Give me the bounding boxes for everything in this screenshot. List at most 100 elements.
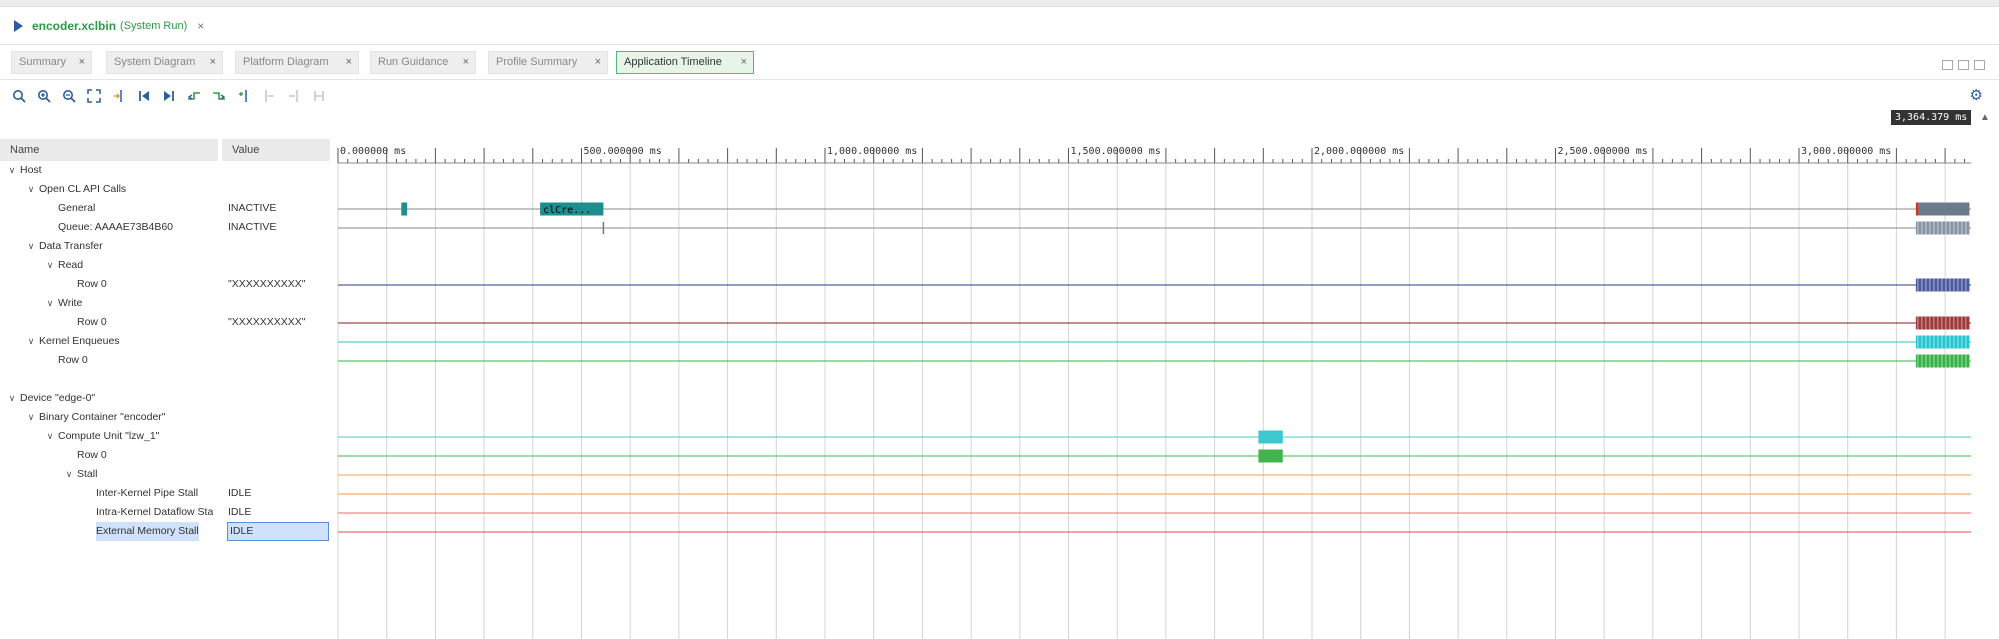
signal-name: Stall (77, 468, 98, 480)
chevron-down-icon[interactable]: ∨ (26, 180, 36, 199)
signal-name: External Memory Stall (96, 522, 199, 541)
tab-system-diagram[interactable]: System Diagram × (106, 51, 223, 74)
event-bar (1918, 202, 1970, 216)
signal-name: Read (58, 259, 84, 271)
signal-name: Open CL API Calls (39, 183, 127, 195)
chevron-down-icon[interactable]: ∨ (26, 237, 36, 256)
value-column-header[interactable]: Value (222, 139, 332, 161)
signal-value: INACTIVE (228, 202, 277, 214)
close-icon[interactable]: × (79, 52, 85, 73)
signal-row[interactable]: External Memory Stall IDLE (0, 522, 336, 541)
add-marker-icon[interactable] (106, 85, 131, 107)
chevron-down-icon[interactable]: ∨ (45, 294, 55, 313)
signal-value: IDLE (228, 506, 252, 518)
end-time-marker: 3,364.379 ms (1891, 110, 1972, 125)
signal-row[interactable]: ∨ Host (0, 161, 336, 180)
chevron-down-icon[interactable]: ∨ (26, 408, 36, 427)
signal-name: Compute Unit "lzw_1" (58, 430, 160, 442)
event-bar (401, 202, 408, 216)
chevron-down-icon[interactable]: ∨ (64, 465, 74, 484)
event-bar (1915, 335, 1970, 349)
signal-name: Intra-Kernel Dataflow Sta (96, 506, 214, 518)
next-marker-icon (281, 85, 306, 107)
signal-row[interactable]: ∨ Data Transfer (0, 237, 336, 256)
tab-application-timeline[interactable]: Application Timeline × (616, 51, 754, 74)
signal-row[interactable]: Inter-Kernel Pipe Stall IDLE (0, 484, 336, 503)
signal-value: IDLE (227, 522, 329, 541)
editor-title-bar: encoder.xclbin (System Run) × (0, 7, 1999, 45)
signal-name: Inter-Kernel Pipe Stall (96, 487, 199, 499)
tick-label: 1,500.000000 ms (1071, 146, 1161, 157)
next-transition-icon[interactable] (206, 85, 231, 107)
tab-summary[interactable]: Summary × (11, 51, 92, 74)
zoom-out-icon[interactable] (56, 85, 81, 107)
close-icon[interactable]: × (741, 52, 747, 73)
close-icon[interactable]: × (463, 52, 469, 73)
event-bar (1258, 449, 1283, 463)
signal-row[interactable]: ∨ Kernel Enqueues (0, 332, 336, 351)
signal-name: Row 0 (77, 278, 107, 290)
vertical-scrollbar[interactable]: ▲ (1972, 110, 1999, 639)
go-to-end-icon[interactable] (156, 85, 181, 107)
event-bar (540, 202, 604, 216)
signal-row[interactable]: Row 0 (0, 351, 336, 370)
editor-title[interactable]: encoder.xclbin (32, 19, 116, 33)
tick-label: 3,000.000000 ms (1801, 146, 1891, 157)
signal-row[interactable]: Row 0 "XXXXXXXXXX" (0, 313, 336, 332)
signal-row[interactable]: ∨ Open CL API Calls (0, 180, 336, 199)
detach-icon[interactable] (1974, 60, 1985, 70)
signal-row[interactable] (0, 370, 336, 389)
add-cursor-icon[interactable] (231, 85, 256, 107)
close-icon[interactable]: × (595, 52, 601, 73)
signal-row[interactable]: ∨ Read (0, 256, 336, 275)
zoom-fit-icon[interactable] (81, 85, 106, 107)
split-vertical-icon[interactable] (1958, 60, 1969, 70)
zoom-in-icon[interactable] (31, 85, 56, 107)
signal-value: "XXXXXXXXXX" (228, 316, 306, 328)
tab-label: Application Timeline (624, 56, 722, 68)
go-to-start-icon[interactable] (131, 85, 156, 107)
previous-marker-icon (256, 85, 281, 107)
tab-label: Run Guidance (378, 56, 449, 68)
signal-value: INACTIVE (228, 221, 277, 233)
chevron-down-icon[interactable]: ∨ (45, 256, 55, 275)
signal-row[interactable]: ∨ Stall (0, 465, 336, 484)
signal-row[interactable]: General INACTIVE (0, 199, 336, 218)
close-icon[interactable]: × (197, 19, 204, 33)
event-bar (1915, 202, 1919, 216)
signal-row[interactable]: Intra-Kernel Dataflow Sta IDLE (0, 503, 336, 522)
signal-row[interactable]: ∨ Write (0, 294, 336, 313)
chevron-down-icon[interactable]: ∨ (45, 427, 55, 446)
tab-profile-summary[interactable]: Profile Summary × (488, 51, 608, 74)
chevron-down-icon[interactable]: ∨ (26, 332, 36, 351)
previous-transition-icon[interactable] (181, 85, 206, 107)
close-icon[interactable]: × (346, 52, 352, 73)
search-icon[interactable] (6, 85, 31, 107)
delete-marker-icon (306, 85, 331, 107)
signal-row[interactable]: ∨ Binary Container "encoder" (0, 408, 336, 427)
settings-icon[interactable]: ⚙ (1970, 86, 1983, 104)
chevron-down-icon[interactable]: ∨ (7, 161, 17, 180)
signal-row[interactable]: Queue: AAAAE73B4B60 INACTIVE (0, 218, 336, 237)
split-horizontal-icon[interactable] (1942, 60, 1953, 70)
app-window: encoder.xclbin (System Run) × Summary × S… (0, 0, 1999, 639)
signal-row[interactable]: ∨ Device "edge-0" (0, 389, 336, 408)
chevron-up-icon[interactable]: ▲ (1980, 112, 1990, 123)
view-tools (1942, 60, 1985, 70)
signal-row[interactable]: Row 0 (0, 446, 336, 465)
tab-label: Summary (19, 56, 67, 68)
tab-label: Platform Diagram (243, 56, 329, 68)
event-label: clCre... (543, 205, 591, 216)
tab-bar: Summary × System Diagram × Platform Diagra… (0, 46, 1999, 80)
chevron-down-icon[interactable]: ∨ (7, 389, 17, 408)
signal-row[interactable]: ∨ Compute Unit "lzw_1" (0, 427, 336, 446)
tab-platform-diagram[interactable]: Platform Diagram × (235, 51, 359, 74)
close-icon[interactable]: × (210, 52, 216, 73)
event-bar (1915, 316, 1970, 330)
signal-name: General (58, 202, 96, 214)
signal-row[interactable]: Row 0 "XXXXXXXXXX" (0, 275, 336, 294)
tab-run-guidance[interactable]: Run Guidance × (370, 51, 476, 74)
event-bar (1915, 278, 1970, 292)
tick-label: 2,500.000000 ms (1558, 146, 1648, 157)
name-column-header[interactable]: Name (0, 139, 220, 161)
